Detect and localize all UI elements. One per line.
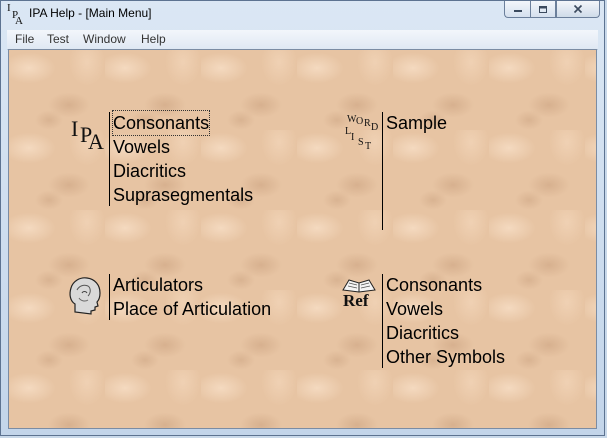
- menu-test[interactable]: Test: [47, 32, 69, 46]
- articulators-group-divider: [109, 274, 110, 320]
- ipa-consonants-link[interactable]: Consonants: [111, 110, 211, 136]
- word-list-icon: W O R D L I S T: [343, 114, 381, 152]
- title-bar[interactable]: I P A IPA Help - [Main Menu]: [1, 1, 604, 27]
- main-menu-panel: I P A Consonants Vowels Diacritics Supra…: [8, 49, 597, 429]
- word-list-letter-o: O: [356, 116, 364, 127]
- wordlist-group-divider: [382, 112, 383, 230]
- menu-file[interactable]: File: [15, 32, 34, 46]
- head-profile-icon: [69, 277, 101, 315]
- reference-book-icon: Ref: [341, 278, 377, 314]
- word-list-letter-s: S: [358, 137, 364, 148]
- word-list-letter-d: D: [371, 122, 379, 133]
- window-title: IPA Help - [Main Menu]: [29, 6, 152, 20]
- window-controls: [504, 1, 600, 19]
- close-button[interactable]: [556, 1, 600, 18]
- ref-vowels-link[interactable]: Vowels: [386, 297, 443, 321]
- word-list-letter-i: I: [351, 132, 355, 143]
- reference-group-divider: [382, 274, 383, 368]
- reference-icon-label: Ref: [343, 291, 369, 310]
- place-of-articulation-link[interactable]: Place of Articulation: [113, 297, 271, 321]
- ipa-suprasegmentals-link[interactable]: Suprasegmentals: [113, 183, 253, 207]
- ref-other-symbols-link[interactable]: Other Symbols: [386, 345, 505, 369]
- word-list-letter-t: T: [365, 141, 372, 152]
- menu-bar: File Test Window Help: [7, 30, 598, 50]
- ref-consonants-link[interactable]: Consonants: [386, 273, 482, 297]
- ipa-logo-letter-i: I: [71, 116, 79, 141]
- ipa-logo-letter-a: A: [88, 129, 104, 154]
- minimize-button[interactable]: [504, 1, 530, 18]
- ipa-vowels-link[interactable]: Vowels: [113, 135, 170, 159]
- menu-help[interactable]: Help: [141, 32, 166, 46]
- minimize-icon: [513, 10, 522, 12]
- app-icon[interactable]: I P A: [7, 3, 25, 27]
- maximize-icon: [539, 5, 547, 13]
- word-list-letter-r: R: [364, 118, 371, 129]
- ipa-diacritics-link[interactable]: Diacritics: [113, 159, 186, 183]
- ref-diacritics-link[interactable]: Diacritics: [386, 321, 459, 345]
- ipa-logo-icon: I P A: [71, 116, 105, 154]
- maximize-button[interactable]: [530, 1, 556, 18]
- ipa-group-divider: [109, 112, 110, 206]
- close-icon: [573, 4, 583, 14]
- app-icon-letter-a: A: [15, 15, 23, 27]
- sample-link[interactable]: Sample: [386, 111, 447, 135]
- menu-window[interactable]: Window: [83, 32, 126, 46]
- articulators-link[interactable]: Articulators: [113, 273, 203, 297]
